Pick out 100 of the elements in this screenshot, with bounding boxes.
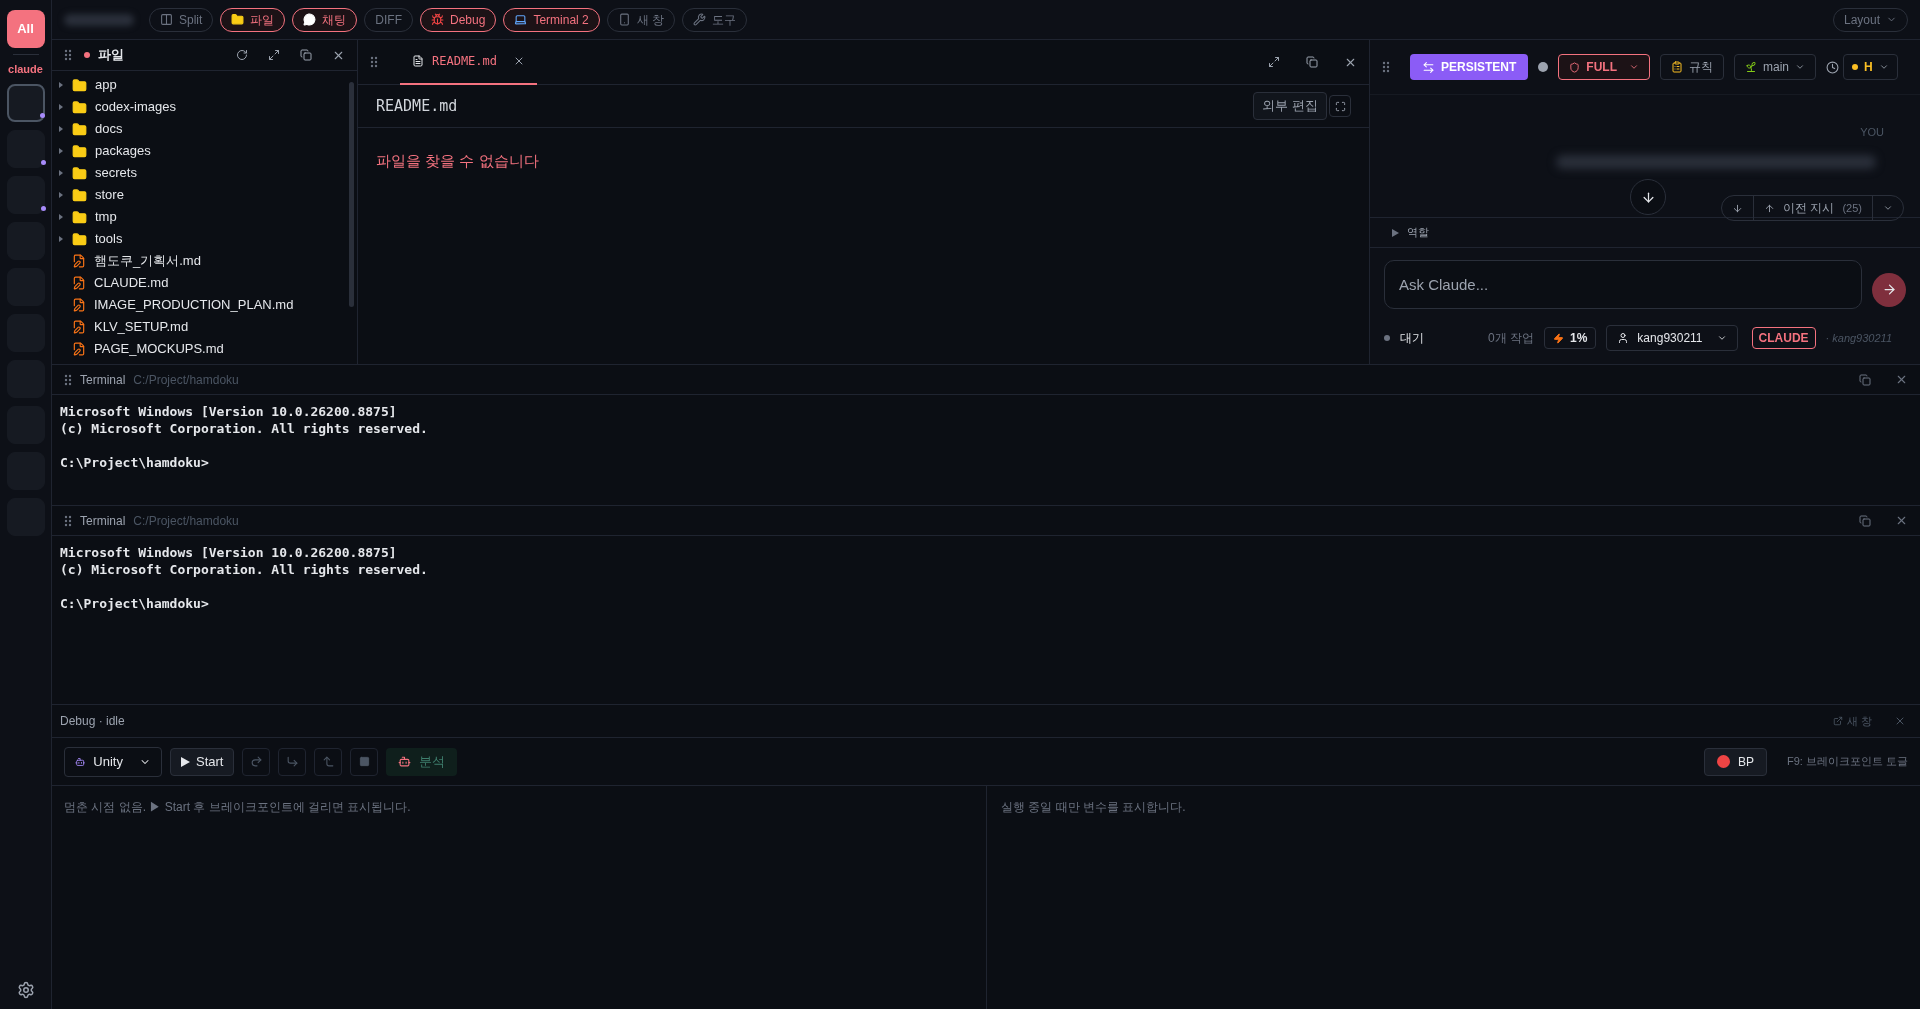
history-icon[interactable]: [1826, 60, 1840, 74]
terminal-prompt: C:\Project\hamdoku>: [60, 454, 209, 471]
folder-row[interactable]: secrets: [52, 162, 349, 184]
branch-dropdown[interactable]: main: [1734, 54, 1817, 80]
file-row[interactable]: PAGE_MOCKUPS.md: [52, 338, 349, 360]
drag-handle-icon[interactable]: [370, 56, 378, 68]
model-dropdown[interactable]: H: [1843, 54, 1898, 80]
session-thumbnail[interactable]: [6, 83, 45, 122]
arrow-down-icon[interactable]: [1732, 202, 1744, 214]
terminal-path: C:/Project/hamdoku: [133, 512, 239, 530]
expand-arrow-icon: [58, 170, 64, 176]
wrench-icon: [693, 13, 707, 26]
drag-handle-icon[interactable]: [1382, 61, 1390, 73]
swap-arrows-icon: [1422, 60, 1435, 74]
step-over-icon: [249, 755, 263, 768]
lightning-icon: [1553, 332, 1564, 344]
expand-arrow-icon: [58, 126, 64, 132]
empty-variables-message: 실행 중일 때만 변수를 표시합니다.: [1001, 800, 1186, 814]
toolbar-toggle[interactable]: 채팅: [292, 7, 358, 32]
expand-arrow-icon: [58, 148, 64, 154]
external-editor-button[interactable]: 외부 편집: [1253, 92, 1327, 120]
caret-icon: [1716, 333, 1727, 343]
folder-row[interactable]: store: [52, 184, 349, 206]
permission-dropdown[interactable]: FULL: [1558, 54, 1650, 80]
fullscreen-button[interactable]: [1329, 95, 1351, 117]
expand-icon[interactable]: [1268, 56, 1280, 68]
analyze-button[interactable]: 분석: [386, 747, 458, 776]
session-thumbnail[interactable]: [6, 175, 45, 214]
drag-handle-icon[interactable]: [64, 373, 72, 386]
step-out-icon: [321, 755, 335, 768]
target-select[interactable]: Unity: [64, 746, 162, 777]
popout-icon[interactable]: [1859, 514, 1871, 527]
file-row[interactable]: 햄도쿠_기획서.md: [52, 250, 349, 272]
send-button[interactable]: [1872, 272, 1906, 307]
usage-badge: 1%: [1544, 327, 1597, 349]
document-icon: [72, 342, 86, 356]
folder-row[interactable]: docs: [52, 118, 349, 140]
folder-row[interactable]: app: [52, 74, 349, 96]
popout-icon[interactable]: [1859, 373, 1871, 386]
redacted-title: [64, 13, 134, 26]
folder-row[interactable]: tmp: [52, 206, 349, 228]
agent-badge: CLAUDE: [1751, 327, 1816, 349]
scroll-down-button[interactable]: [1630, 179, 1666, 215]
document-icon: [72, 298, 86, 312]
robot-icon: [398, 755, 412, 768]
file-row[interactable]: KLV_SETUP.md: [52, 316, 349, 338]
dropdown-icon[interactable]: [1883, 203, 1893, 213]
rules-button[interactable]: 규칙: [1660, 54, 1724, 80]
shortcut-hint: F9: 브레이크포인트 토글: [1787, 754, 1908, 770]
file-icon: [412, 55, 424, 67]
document-title: README.md: [376, 95, 458, 117]
fullscreen-icon: [1334, 100, 1346, 112]
settings-icon[interactable]: [16, 981, 35, 999]
stop-icon: [358, 756, 370, 767]
refresh-icon[interactable]: [236, 49, 248, 61]
file-row[interactable]: IMAGE_PRODUCTION_PLAN.md: [52, 294, 349, 316]
expand-arrow-icon: [1392, 228, 1399, 237]
message-input[interactable]: Ask Claude...: [1384, 260, 1862, 309]
document-icon: [72, 254, 86, 268]
expand-icon[interactable]: [268, 49, 280, 61]
speech-bubble-icon: [303, 13, 317, 26]
drag-handle-icon[interactable]: [64, 514, 72, 527]
folder-icon: [72, 165, 87, 181]
scrollbar[interactable]: [349, 82, 354, 307]
role-toggle[interactable]: 역할: [1407, 224, 1429, 241]
play-icon: [181, 756, 190, 767]
status-text: 대기: [1400, 330, 1424, 347]
toolbar-toggle[interactable]: Debug: [420, 7, 497, 32]
arrow-right-icon: [1881, 282, 1897, 297]
panel-title: Debug · idle: [60, 713, 125, 730]
toolbar-toggle[interactable]: Terminal 2: [503, 7, 600, 32]
caret-icon: [1795, 62, 1806, 72]
folder-row[interactable]: packages: [52, 140, 349, 162]
expand-arrow-icon: [58, 236, 64, 242]
close-icon[interactable]: [1895, 373, 1908, 386]
folder-row[interactable]: codex-images: [52, 96, 349, 118]
popout-icon[interactable]: [300, 49, 312, 61]
terminal-line: (c) Microsoft Corporation. All rights reserved.: [60, 561, 428, 578]
breakpoint-button[interactable]: BP: [1703, 747, 1767, 776]
external-link-icon: [1832, 716, 1843, 726]
arrow-down-icon: [1640, 189, 1656, 205]
folder-icon: [72, 121, 87, 137]
caret-icon: [1629, 62, 1639, 72]
folder-row[interactable]: tools: [52, 228, 349, 250]
popout-icon[interactable]: [1306, 56, 1318, 68]
editor-tab[interactable]: README.md: [400, 39, 538, 85]
robot-icon: [75, 755, 86, 768]
workspace-label: claude: [8, 62, 43, 77]
folder-icon: [231, 13, 245, 26]
file-row[interactable]: CLAUDE.md: [52, 272, 349, 294]
expand-arrow-icon: [58, 214, 64, 220]
step-into-icon: [285, 755, 299, 768]
toolbar-toggle[interactable]: 파일: [220, 7, 286, 32]
start-button[interactable]: Start: [170, 747, 235, 776]
user-dropdown[interactable]: kang930211: [1606, 325, 1738, 351]
session-thumbnail[interactable]: [6, 129, 45, 168]
drag-handle-icon[interactable]: [64, 49, 72, 61]
empty-stack-message: 멈춘 시점 없음. ▶ Start 후 브레이크포인트에 걸리면 표시됩니다.: [64, 800, 411, 814]
close-icon[interactable]: [1895, 514, 1908, 527]
mode-button[interactable]: PERSISTENT: [1410, 54, 1529, 80]
